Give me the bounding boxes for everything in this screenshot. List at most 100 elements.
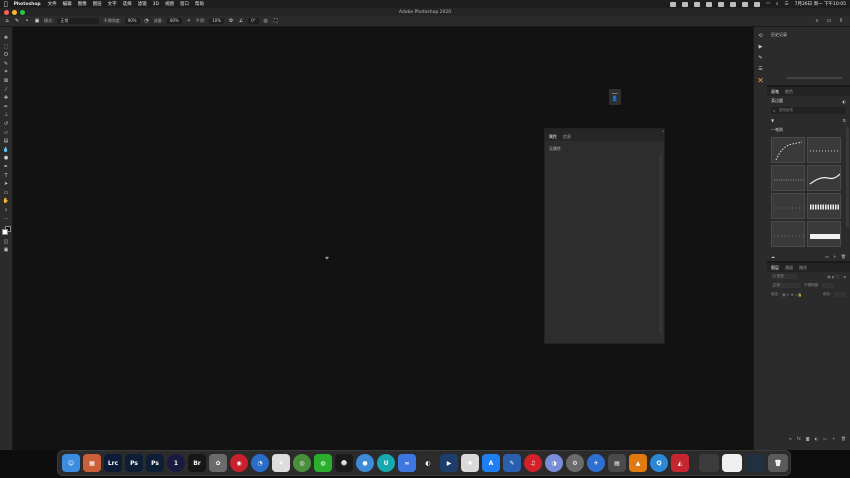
pressure-opacity-icon[interactable]: ◔: [144, 18, 150, 24]
dock-obs-icon[interactable]: ◐: [419, 454, 437, 472]
hand-tool-icon[interactable]: ✋: [2, 198, 10, 204]
tab-info[interactable]: 信息: [563, 134, 571, 140]
menu-edit[interactable]: 编辑: [63, 1, 72, 7]
dock-infuse-icon[interactable]: ▶: [440, 454, 458, 472]
color-swatches[interactable]: [1, 226, 11, 236]
menu-file[interactable]: 文件: [48, 1, 57, 7]
layer-filter-icons[interactable]: ▣ ◐ T ⬚ ▪: [827, 275, 846, 279]
brush-preset-1[interactable]: [771, 137, 805, 163]
apple-menu-icon[interactable]: : [4, 1, 8, 8]
status-icon-a[interactable]: [670, 1, 677, 7]
dock-vlc-icon[interactable]: ▲: [629, 454, 647, 472]
airbrush-icon[interactable]: ✧: [186, 18, 192, 24]
angle-field[interactable]: 0°: [248, 18, 259, 24]
brush-settings-panel-icon[interactable]: ✎: [757, 55, 765, 61]
control-center-icon[interactable]: ☰: [785, 2, 789, 7]
adjustment-layer-icon[interactable]: ◐: [815, 436, 819, 441]
dock-baidu-netdisk-icon[interactable]: ∞: [398, 454, 416, 472]
dock-chrome-icon[interactable]: ◎: [293, 454, 311, 472]
healing-brush-tool-icon[interactable]: ✚: [2, 95, 10, 101]
status-icon-c[interactable]: [694, 1, 701, 7]
brush-header-label[interactable]: 柔边圆: [771, 98, 783, 104]
dock-lightroom-classic-icon[interactable]: Lrc: [104, 454, 122, 472]
brush-view-icon[interactable]: ⇅: [843, 118, 846, 123]
dock-onepassword-icon[interactable]: 1: [167, 454, 185, 472]
delete-brush-icon[interactable]: 🗑: [841, 254, 846, 259]
quick-select-tool-icon[interactable]: ✎: [2, 61, 10, 67]
zoom-button[interactable]: [20, 9, 25, 15]
brush-size-icon[interactable]: •: [24, 18, 30, 24]
dock-app-blue-swirl-icon[interactable]: ◔: [251, 454, 269, 472]
dock-bridge-icon[interactable]: Br: [188, 454, 206, 472]
eraser-tool-icon[interactable]: ▱: [2, 130, 10, 136]
menu-3d[interactable]: 3D: [153, 2, 159, 7]
search-icon[interactable]: ⌕: [776, 1, 779, 7]
dock-app-store-icon[interactable]: A: [482, 454, 500, 472]
brush-tool-icon[interactable]: ✏: [2, 104, 10, 110]
dock-app-gradient-icon[interactable]: ◑: [545, 454, 563, 472]
dock-app-red-hat-icon[interactable]: ◭: [671, 454, 689, 472]
status-icon-b[interactable]: [682, 1, 689, 7]
brush-group-label[interactable]: 一笔刷: [771, 127, 783, 133]
menu-help[interactable]: 帮助: [195, 1, 204, 7]
dock-minimized-window-a[interactable]: [699, 454, 719, 472]
move-tool-icon[interactable]: ✥: [2, 35, 10, 41]
close-button[interactable]: [4, 9, 9, 15]
layer-fill-field[interactable]: [834, 292, 846, 297]
dock-launchpad-icon[interactable]: ▦: [83, 454, 101, 472]
menu-layer[interactable]: 图层: [93, 1, 102, 7]
tab-paths[interactable]: 路径: [799, 265, 807, 271]
menu-select[interactable]: 选择: [123, 1, 132, 7]
history-brush-tool-icon[interactable]: ↺: [2, 121, 10, 127]
more-tools-icon[interactable]: …: [2, 215, 10, 221]
new-brush-icon[interactable]: ＋: [833, 254, 837, 260]
dock-app-bird-blue-icon[interactable]: ✈: [587, 454, 605, 472]
brush-preset-7[interactable]: [771, 221, 805, 247]
smoothing-settings-icon[interactable]: ⚙: [228, 18, 234, 24]
home-icon[interactable]: ⌂: [4, 18, 10, 24]
eyedropper-tool-icon[interactable]: ⁄: [2, 87, 10, 93]
brush-preset-6[interactable]: [807, 193, 841, 219]
quick-mask-icon[interactable]: ◫: [2, 239, 10, 245]
path-select-tool-icon[interactable]: ➤: [2, 181, 10, 187]
dock-photos-icon[interactable]: ✺: [461, 454, 479, 472]
history-icon[interactable]: ⟲: [757, 33, 765, 39]
dock-final-cut-icon[interactable]: ▤: [608, 454, 626, 472]
dock-app-white-bird-icon[interactable]: ✦: [272, 454, 290, 472]
menu-view[interactable]: 视图: [165, 1, 174, 7]
menu-image[interactable]: 图像: [78, 1, 87, 7]
tab-properties[interactable]: 属性: [549, 134, 557, 140]
dock-app-red-circle-icon[interactable]: ◉: [230, 454, 248, 472]
lock-icons[interactable]: ▦ ✎ ✥ ⌗ 🔒: [782, 293, 802, 297]
dock-app-water-drop-icon[interactable]: ●: [356, 454, 374, 472]
user-icon[interactable]: 👤: [612, 96, 618, 102]
mode-select[interactable]: 正常: [57, 18, 100, 24]
brush-preview-icon[interactable]: ◐: [843, 99, 847, 104]
filter-icon[interactable]: ▼: [771, 118, 774, 123]
group-layer-icon[interactable]: ▭: [823, 436, 827, 441]
adjustments-icon[interactable]: ☰: [757, 66, 765, 72]
history-scrollbar[interactable]: [787, 77, 842, 79]
dock-minimized-window-b[interactable]: [722, 454, 742, 472]
dodge-tool-icon[interactable]: ●: [2, 155, 10, 161]
dock-app-gallery-icon[interactable]: ✿: [209, 454, 227, 472]
status-icon-g[interactable]: [742, 1, 749, 7]
shape-tool-icon[interactable]: ▭: [2, 190, 10, 196]
status-icon-d[interactable]: [706, 1, 713, 7]
lasso-tool-icon[interactable]: ʘ: [2, 52, 10, 58]
marquee-tool-icon[interactable]: ⬚: [2, 44, 10, 50]
dock-app-teal-u-icon[interactable]: U: [377, 454, 395, 472]
menu-app-name[interactable]: Photoshop: [14, 2, 41, 7]
dock-netease-music-icon[interactable]: ♫: [524, 454, 542, 472]
type-tool-icon[interactable]: T: [2, 173, 10, 179]
menu-filter[interactable]: 滤镜: [138, 1, 147, 7]
dock-app-blue-pen-icon[interactable]: ✎: [503, 454, 521, 472]
dock-photoshop-b-icon[interactable]: Ps: [146, 454, 164, 472]
tab-layers[interactable]: 图层: [771, 265, 779, 271]
new-brush-group-icon[interactable]: ▭: [825, 254, 829, 259]
brush-preset-3[interactable]: [771, 165, 805, 191]
blur-tool-icon[interactable]: 💧: [2, 147, 10, 153]
layer-mask-icon[interactable]: ◙: [806, 436, 810, 441]
screen-mode-icon[interactable]: ▣: [2, 247, 10, 253]
blend-mode-select[interactable]: 正常: [771, 283, 801, 288]
